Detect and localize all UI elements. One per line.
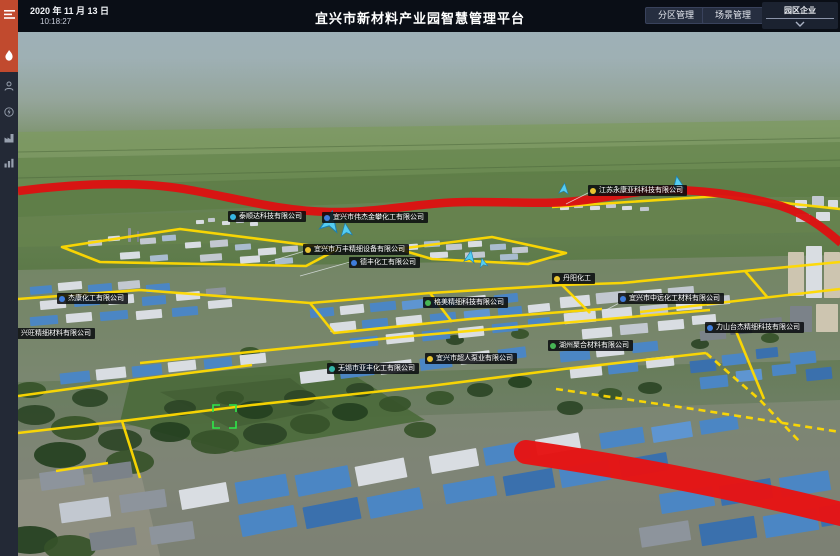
hamburger-menu-button[interactable] bbox=[0, 4, 18, 24]
park-enterprise-dropdown[interactable]: 园区企业 bbox=[762, 2, 838, 29]
enterprise-marker-icon bbox=[707, 325, 713, 331]
zone-management-button[interactable]: 分区管理 bbox=[645, 7, 707, 24]
power-icon bbox=[4, 107, 14, 117]
top-header-bar: 2020 年 11 月 13 日 10:18:27 宜兴市新材料产业园智慧管理平… bbox=[18, 0, 840, 32]
left-toolbar bbox=[0, 0, 18, 556]
user-icon bbox=[4, 81, 14, 91]
map-label[interactable]: 泰顺达科技有限公司 bbox=[228, 211, 306, 222]
enterprise-marker-icon bbox=[590, 188, 596, 194]
map-label-text: 力山台杰精细科技有限公司 bbox=[716, 322, 800, 333]
enterprise-marker-icon bbox=[329, 366, 335, 372]
sidebar-item-factory[interactable] bbox=[0, 128, 18, 148]
enterprise-marker-icon bbox=[554, 276, 560, 282]
sidebar-item-energy[interactable] bbox=[0, 102, 18, 122]
map-label[interactable]: 江苏永康亚科科技有限公司 bbox=[588, 185, 687, 196]
sidebar-item-personnel[interactable] bbox=[0, 76, 18, 96]
map-label[interactable]: 杰康化工有限公司 bbox=[57, 293, 128, 304]
sidebar-item-statistics[interactable] bbox=[0, 153, 18, 173]
scene-management-button[interactable]: 场景管理 bbox=[702, 7, 764, 24]
current-time: 10:18:27 bbox=[40, 17, 71, 26]
map-label-text: 无锡市亚丰化工有限公司 bbox=[338, 363, 415, 374]
flame-icon bbox=[4, 50, 14, 62]
enterprise-marker-icon bbox=[305, 247, 311, 253]
enterprise-marker-icon bbox=[351, 260, 357, 266]
enterprise-marker-icon bbox=[230, 214, 236, 220]
enterprise-marker-icon bbox=[620, 296, 626, 302]
map-label-text: 湖州聚合材料有限公司 bbox=[559, 340, 629, 351]
map-label-text: 宜兴市万丰精细设备有限公司 bbox=[314, 244, 405, 255]
bar-chart-icon bbox=[4, 158, 14, 168]
map-label-text: 宜兴市超人泵业有限公司 bbox=[436, 353, 513, 364]
map-label[interactable]: 兴旺精细材料有限公司 bbox=[18, 328, 95, 339]
hamburger-menu-icon bbox=[4, 10, 15, 19]
enterprise-marker-icon bbox=[425, 300, 431, 306]
map-label-text: 兴旺精细材料有限公司 bbox=[21, 328, 91, 339]
map-label[interactable]: 宜兴市伟杰金攀化工有限公司 bbox=[322, 212, 428, 223]
map-viewport[interactable]: 泰顺达科技有限公司 宜兴市伟杰金攀化工有限公司 宜兴市万丰精细设备有限公司 德丰… bbox=[18, 32, 840, 556]
page-title: 宜兴市新材料产业园智慧管理平台 bbox=[315, 8, 525, 27]
map-label-text: 格美精细科技有限公司 bbox=[434, 297, 504, 308]
map-label[interactable]: 丹阳化工 bbox=[552, 273, 595, 284]
chevron-down-icon bbox=[795, 21, 805, 27]
map-label-text: 丹阳化工 bbox=[563, 273, 591, 284]
map-label[interactable]: 宜兴市超人泵业有限公司 bbox=[425, 353, 517, 364]
sidebar-item-fire-monitor[interactable] bbox=[0, 46, 18, 66]
map-label-text: 泰顺达科技有限公司 bbox=[239, 211, 302, 222]
map-label-text: 宜兴市中远化工材料有限公司 bbox=[629, 293, 720, 304]
map-label-text: 江苏永康亚科科技有限公司 bbox=[599, 185, 683, 196]
enterprise-marker-icon bbox=[427, 356, 433, 362]
map-label[interactable]: 力山台杰精细科技有限公司 bbox=[705, 322, 804, 333]
smart-park-platform-window: 2020 年 11 月 13 日 10:18:27 宜兴市新材料产业园智慧管理平… bbox=[0, 0, 840, 556]
map-label-text: 宜兴市伟杰金攀化工有限公司 bbox=[333, 212, 424, 223]
enterprise-marker-icon bbox=[59, 296, 65, 302]
map-label[interactable]: 格美精细科技有限公司 bbox=[423, 297, 508, 308]
current-date: 2020 年 11 月 13 日 bbox=[30, 4, 109, 17]
map-label[interactable]: 宜兴市中远化工材料有限公司 bbox=[618, 293, 724, 304]
map-label[interactable]: 宜兴市万丰精细设备有限公司 bbox=[303, 244, 409, 255]
enterprise-marker-icon bbox=[324, 215, 330, 221]
map-label[interactable]: 湖州聚合材料有限公司 bbox=[548, 340, 633, 351]
factory-icon bbox=[4, 133, 15, 143]
map-label-text: 杰康化工有限公司 bbox=[68, 293, 124, 304]
map-label[interactable]: 德丰化工有限公司 bbox=[349, 257, 420, 268]
enterprise-marker-icon bbox=[550, 343, 556, 349]
park-enterprise-dropdown-label: 园区企业 bbox=[766, 2, 834, 19]
map-label-text: 德丰化工有限公司 bbox=[360, 257, 416, 268]
map-label[interactable]: 无锡市亚丰化工有限公司 bbox=[327, 363, 419, 374]
